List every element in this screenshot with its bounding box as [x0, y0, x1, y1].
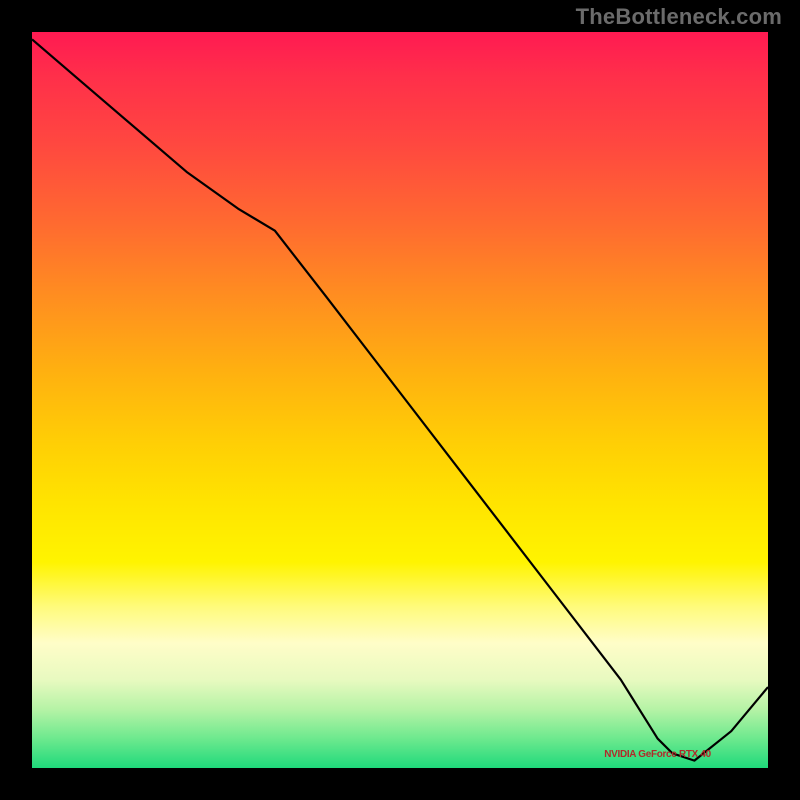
- annotation-label: NVIDIA GeForce RTX 40: [604, 749, 711, 760]
- watermark-text: TheBottleneck.com: [576, 4, 782, 30]
- chart-container: TheBottleneck.com NVIDIA GeForce RTX 40: [0, 0, 800, 800]
- line-plot-svg: NVIDIA GeForce RTX 40: [32, 32, 768, 768]
- plot-area: NVIDIA GeForce RTX 40: [30, 30, 770, 770]
- data-curve: [32, 39, 768, 760]
